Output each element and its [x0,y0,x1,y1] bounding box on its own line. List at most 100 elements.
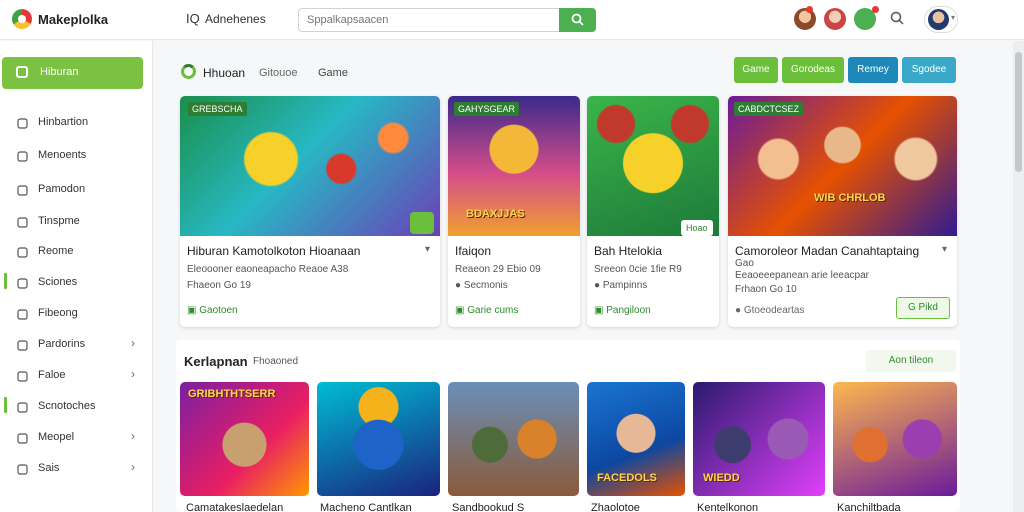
game-tile[interactable] [448,382,579,496]
chevron-right-icon[interactable]: › [131,460,135,474]
tile-caption[interactable]: Zhaolotoe [591,502,640,512]
card-meta: Eeaoeeepanean arie leeacpar [735,270,869,281]
sidebar-item[interactable]: Scnotoches [0,396,153,418]
sidebar-item-label: Fibeong [38,307,78,319]
avatar [928,9,949,30]
game-art[interactable] [728,96,957,236]
game-tile[interactable] [317,382,440,496]
chevron-right-icon[interactable]: › [131,367,135,381]
filter-button-game[interactable]: Game [734,57,778,83]
tile-caption[interactable]: Kanchiltbada [837,502,901,512]
game-tile[interactable]: GRIBHTHTSERR [180,382,309,496]
section-subtab[interactable]: Gitouoe [259,67,298,79]
sidebar-item[interactable]: Pardorins › [0,334,153,356]
play-button[interactable]: G Pikd [896,297,950,319]
card-meta: Fhaeon Go 19 [187,280,251,291]
art-title: WIEDD [703,472,740,484]
game-card[interactable]: Hoao Bah Htelokia Sreeon 0cie 1fie R9 ● … [587,96,719,327]
home-icon [16,66,28,78]
tile-caption[interactable]: Kentelkonon [697,502,758,512]
avatar-friend[interactable] [824,8,846,30]
sidebar-item-label: Hinbartion [38,116,89,128]
game-card[interactable]: CABDCTCSEZ WIB CHRLOB Camoroleor Madan C… [728,96,957,327]
section-subtab-game[interactable]: Game [318,67,348,79]
sidebar-item-label: Menoents [38,149,87,161]
filter-button-4[interactable]: Sgodee [902,57,956,83]
sidebar-item[interactable]: Fibeong [0,303,153,325]
game-tile[interactable]: WIEDD [693,382,825,496]
chevron-down-icon: ▾ [951,13,956,22]
brand-name[interactable]: Makeplolka [38,12,108,27]
card-title[interactable]: Ifaiqon [455,244,491,258]
game-tile[interactable] [833,382,957,496]
sidebar-item-label: Hiburan [40,66,79,78]
sidebar-item-label: Pardorins [38,338,86,350]
sidebar-item-active[interactable]: Hiburan [2,57,143,89]
card-action[interactable]: ● Gtoeodeartas [735,305,804,316]
tile-caption[interactable]: Sandbookud S [452,502,524,512]
image-icon [17,431,28,444]
card-badge: GREBSCHA [188,102,247,116]
card-action-label: Gaotoen [199,305,238,316]
card-meta: ● Pampinns [594,280,648,291]
game-tile[interactable]: FACEDOLS [587,382,685,496]
scrollbar-thumb[interactable] [1015,52,1022,172]
game-card[interactable]: GREBSCHA Hiburan Kamotolkoton Hioanaan ▾… [180,96,440,327]
sidebar-item[interactable]: Faloe › [0,365,153,387]
card-title[interactable]: Hiburan Kamotolkoton Hioanaan [187,244,360,258]
nav-icon[interactable]: IQ [186,11,200,26]
profile-menu[interactable]: ▾ [924,6,958,33]
card-action[interactable]: ▣ Garie cums [455,305,518,316]
chevron-right-icon[interactable]: › [131,336,135,350]
flag-icon [17,369,28,382]
filter-button-2[interactable]: Gorodeas [782,57,844,83]
art-title: FACEDOLS [597,472,657,484]
card-action[interactable]: ▣ Pangiloon [594,305,651,316]
card-meta: Frhaon Go 10 [735,284,797,295]
card-meta: Sreeon 0cie 1fie R9 [594,264,682,275]
sidebar-item-label: Pamodon [38,183,86,195]
art-title: BDAXJJAS [466,208,525,220]
game-card[interactable]: GAHYSGEAR BDAXJJAS Ifaiqon Reaeon 29 Ebi… [448,96,580,327]
card-action[interactable]: ▣ Gaotoen [187,305,238,316]
sidebar-item[interactable]: Tinspme [0,211,153,233]
avatar-notification[interactable] [794,8,816,30]
sidebar-item[interactable]: Hinbartion [0,112,153,134]
sidebar-item[interactable]: Meopel › [0,427,153,449]
sidebar-item-label: Reome [38,245,74,257]
sidebar-item[interactable]: Sciones [0,272,153,294]
grid-icon [17,462,28,475]
sidebar-item[interactable]: Pamodon [0,179,153,201]
search-icon [571,13,584,26]
chevron-right-icon[interactable]: › [131,429,135,443]
game-art[interactable] [587,96,719,236]
play-badge-icon[interactable] [410,212,434,234]
tile-caption[interactable]: Camatakeslaedelan [186,502,283,512]
art-title: WIB CHRLOB [814,192,886,204]
search-icon[interactable] [890,11,904,25]
sidebar-item[interactable]: Menoents [0,145,153,167]
notification-dot [806,6,813,13]
sidebar-item-label: Sais [38,462,60,474]
logo-icon[interactable] [12,9,32,29]
search-icon [17,245,28,258]
search-input[interactable] [298,8,560,32]
bookmark-icon [17,149,28,162]
chevron-down-icon[interactable]: ▾ [425,244,430,255]
see-all-button[interactable]: Aon tileon [866,350,956,372]
card-badge: GAHYSGEAR [454,102,520,116]
section-subtitle: Fhoaoned [253,356,299,367]
active-marker [4,397,7,413]
sidebar-item-label: Meopel [38,431,75,443]
card-title[interactable]: Bah Htelokia [594,244,662,258]
tile-caption[interactable]: Macheno Cantlkan [320,502,412,512]
filter-button-3[interactable]: Remey [848,57,898,83]
sidebar-item[interactable]: Reome [0,241,153,263]
game-art[interactable] [180,96,440,236]
sidebar-item[interactable]: Sais › [0,458,153,480]
sidebar-item-label: Faloe [38,369,66,381]
chevron-down-icon[interactable]: ▾ [942,244,947,255]
card-title[interactable]: Camoroleor Madan Canahtaptaing [735,244,919,258]
nav-title[interactable]: Adnehenes [205,12,266,26]
search-button[interactable] [559,8,596,32]
